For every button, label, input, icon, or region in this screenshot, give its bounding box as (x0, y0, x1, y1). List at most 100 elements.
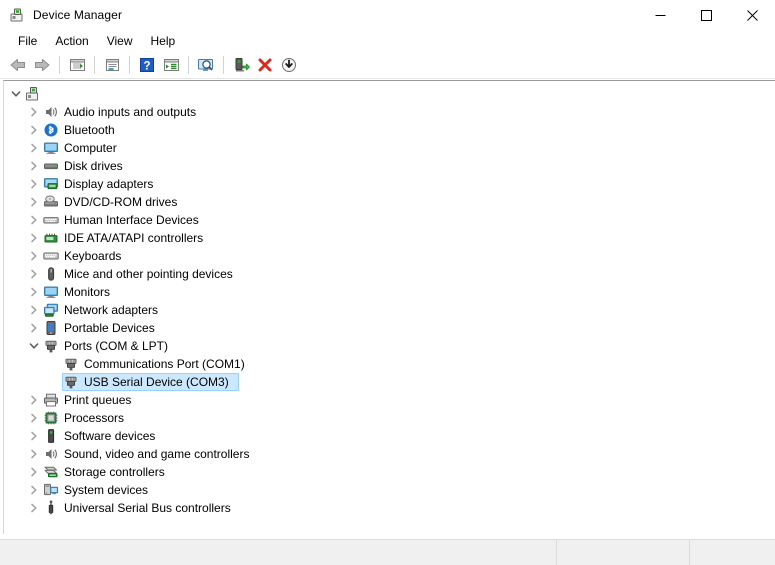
tree-item[interactable]: Processors (4, 409, 775, 427)
chevron-right-icon[interactable] (26, 427, 42, 445)
chevron-right-icon[interactable] (26, 409, 42, 427)
back-arrow-icon (10, 59, 25, 71)
chevron-right-icon[interactable] (26, 229, 42, 247)
network-adapter-icon (43, 302, 59, 318)
enable-device-button[interactable] (229, 54, 253, 76)
tree-item[interactable]: Sound, video and game controllers (4, 445, 775, 463)
tree-item-content: IDE ATA/ATAPI controllers (42, 229, 213, 247)
printer-icon (43, 392, 59, 408)
tree-item[interactable] (4, 85, 775, 103)
scan-hardware-icon (198, 59, 213, 71)
chevron-down-icon[interactable] (26, 337, 42, 355)
tree-item[interactable]: IDE ATA/ATAPI controllers (4, 229, 775, 247)
tree-item-content: Display adapters (42, 175, 163, 193)
chevron-right-icon[interactable] (26, 211, 42, 229)
usb-icon (43, 500, 59, 516)
back-button[interactable] (6, 54, 30, 76)
tree-item[interactable]: Mice and other pointing devices (4, 265, 775, 283)
show-hide-console-tree-button[interactable] (65, 54, 89, 76)
close-button[interactable] (729, 0, 775, 30)
tree-item[interactable]: Monitors (4, 283, 775, 301)
chevron-right-icon[interactable] (26, 499, 42, 517)
tree-item-label: Software devices (64, 429, 156, 443)
chevron-right-icon[interactable] (26, 157, 42, 175)
chevron-right-icon[interactable] (26, 247, 42, 265)
maximize-button[interactable] (683, 0, 729, 30)
menu-file[interactable]: File (10, 33, 45, 49)
tree-item[interactable]: USB Serial Device (COM3) (4, 373, 775, 391)
tree-item[interactable]: Storage controllers (4, 463, 775, 481)
forward-arrow-icon (35, 59, 50, 71)
device-manager-icon (9, 7, 25, 23)
toolbar-separator-4 (188, 56, 189, 74)
tree-item-content: Audio inputs and outputs (42, 103, 206, 121)
menu-action[interactable]: Action (47, 33, 96, 49)
help-button[interactable]: ? (135, 54, 159, 76)
tree-item-label: IDE ATA/ATAPI controllers (64, 231, 204, 245)
tree-item-content: Processors (42, 409, 134, 427)
chevron-right-icon[interactable] (26, 283, 42, 301)
tree-item-content: Human Interface Devices (42, 211, 209, 229)
tree-item-label: Processors (64, 411, 125, 425)
chevron-right-icon[interactable] (26, 139, 42, 157)
tree-item-label: Disk drives (64, 159, 123, 173)
scan-for-hardware-changes-button[interactable] (194, 54, 218, 76)
status-pane-tertiary (690, 540, 775, 565)
tree-item[interactable]: Audio inputs and outputs (4, 103, 775, 121)
chevron-right-icon[interactable] (26, 463, 42, 481)
chevron-down-icon[interactable] (8, 85, 24, 103)
monitor-icon (43, 140, 59, 156)
tree-item[interactable]: Portable Devices (4, 319, 775, 337)
tree-item-content: Disk drives (42, 157, 133, 175)
chevron-right-icon[interactable] (26, 481, 42, 499)
menu-view[interactable]: View (99, 33, 141, 49)
tree-item[interactable]: Universal Serial Bus controllers (4, 499, 775, 517)
tree-item[interactable]: DVD/CD-ROM drives (4, 193, 775, 211)
view-options-button[interactable] (159, 54, 183, 76)
tree-item-label: Portable Devices (64, 321, 155, 335)
tree-item[interactable]: Human Interface Devices (4, 211, 775, 229)
tree-item-label: Universal Serial Bus controllers (64, 501, 231, 515)
tree-item[interactable]: Ports (COM & LPT) (4, 337, 775, 355)
tree-item-label: System devices (64, 483, 149, 497)
chevron-right-icon[interactable] (26, 193, 42, 211)
tree-item[interactable]: System devices (4, 481, 775, 499)
device-tree-pane[interactable]: Audio inputs and outputs Bluetooth Compute… (3, 80, 775, 534)
tree-item[interactable]: Network adapters (4, 301, 775, 319)
chevron-right-icon[interactable] (26, 391, 42, 409)
disk-drive-icon (43, 158, 59, 174)
tree-item-content: Sound, video and game controllers (42, 445, 259, 463)
tree-item[interactable]: Keyboards (4, 247, 775, 265)
storage-controller-icon (43, 464, 59, 480)
update-driver-button[interactable] (277, 54, 301, 76)
properties-button[interactable] (100, 54, 124, 76)
port-icon (43, 338, 59, 354)
uninstall-device-button[interactable] (253, 54, 277, 76)
menu-help[interactable]: Help (143, 33, 184, 49)
tree-item-content (24, 85, 56, 103)
system-device-icon (43, 482, 59, 498)
chevron-right-icon[interactable] (26, 265, 42, 283)
tree-item-content: Network adapters (42, 301, 168, 319)
minimize-button[interactable] (637, 0, 683, 30)
tree-item[interactable]: Computer (4, 139, 775, 157)
chevron-right-icon[interactable] (26, 445, 42, 463)
tree-item[interactable]: Display adapters (4, 175, 775, 193)
tree-item-label: Communications Port (COM1) (84, 357, 245, 371)
tree-item[interactable]: Software devices (4, 427, 775, 445)
tree-item-content: Computer (42, 139, 127, 157)
tree-item-label: Display adapters (64, 177, 154, 191)
tree-item[interactable]: Bluetooth (4, 121, 775, 139)
chevron-right-icon[interactable] (26, 301, 42, 319)
chevron-right-icon[interactable] (26, 103, 42, 121)
tree-item-label: Computer (64, 141, 117, 155)
chevron-right-icon[interactable] (26, 121, 42, 139)
tree-item[interactable]: Print queues (4, 391, 775, 409)
monitor-icon (43, 284, 59, 300)
tree-item[interactable]: Disk drives (4, 157, 775, 175)
chevron-right-icon[interactable] (26, 319, 42, 337)
tree-item[interactable]: Communications Port (COM1) (4, 355, 775, 373)
forward-button[interactable] (30, 54, 54, 76)
chevron-right-icon[interactable] (26, 175, 42, 193)
tree-item-label: Keyboards (64, 249, 122, 263)
